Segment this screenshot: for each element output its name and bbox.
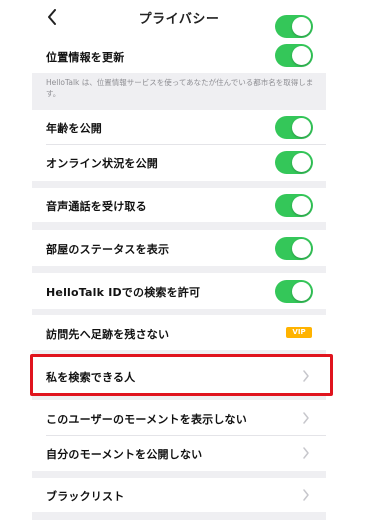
row-label: ブラックリスト bbox=[46, 490, 125, 503]
chevron-right-icon bbox=[303, 489, 309, 501]
highlight-box bbox=[30, 354, 333, 396]
toggle-id-search[interactable] bbox=[275, 280, 313, 303]
row-label: オンライン状況を公開 bbox=[46, 157, 158, 170]
toggle-partial[interactable] bbox=[275, 15, 313, 38]
row-label: 訪問先へ足跡を残さない bbox=[46, 328, 170, 341]
chevron-right-icon bbox=[303, 412, 309, 424]
row-label: HelloTalk IDでの検索を許可 bbox=[46, 286, 201, 299]
row-label: 音声通話を受け取る bbox=[46, 200, 147, 213]
row-label: 自分のモーメントを公開しない bbox=[46, 448, 203, 461]
chevron-right-icon bbox=[303, 447, 309, 459]
location-note: HelloTalk は、位置情報サービスを使ってあなたが住んでいる都市名を取得し… bbox=[46, 78, 314, 98]
toggle-show-age[interactable] bbox=[275, 116, 313, 139]
toggle-update-location[interactable] bbox=[275, 44, 313, 67]
row-room-status[interactable]: 部屋のステータスを表示 bbox=[32, 230, 326, 266]
toggle-room-status[interactable] bbox=[275, 237, 313, 260]
row-label: 部屋のステータスを表示 bbox=[46, 243, 170, 256]
row-show-age[interactable]: 年齢を公開 bbox=[32, 110, 326, 144]
row-receive-voice[interactable]: 音声通話を受け取る bbox=[32, 188, 326, 222]
divider bbox=[46, 144, 326, 145]
row-hide-my-moments[interactable]: 自分のモーメントを公開しない bbox=[32, 435, 326, 471]
row-label: 位置情報を更新 bbox=[46, 51, 125, 64]
vip-badge: VIP bbox=[286, 327, 312, 338]
row-show-online[interactable]: オンライン状況を公開 bbox=[32, 144, 326, 181]
row-hide-user-moments[interactable]: このユーザーのモーメントを表示しない bbox=[32, 400, 326, 435]
row-blacklist[interactable]: ブラックリスト bbox=[32, 478, 326, 512]
row-id-search[interactable]: HelloTalk IDでの検索を許可 bbox=[32, 273, 326, 309]
row-label: このユーザーのモーメントを表示しない bbox=[46, 413, 247, 426]
row-no-footprint[interactable]: 訪問先へ足跡を残さない VIP bbox=[32, 315, 326, 350]
row-label: 年齢を公開 bbox=[46, 122, 102, 135]
divider bbox=[46, 435, 326, 436]
privacy-screen: プライバシー 位置情報を更新 HelloTalk は、位置情報サービスを使ってあ… bbox=[32, 0, 326, 520]
toggle-show-online[interactable] bbox=[275, 151, 313, 174]
row-update-location[interactable]: 位置情報を更新 bbox=[32, 38, 326, 73]
toggle-receive-voice[interactable] bbox=[275, 194, 313, 217]
